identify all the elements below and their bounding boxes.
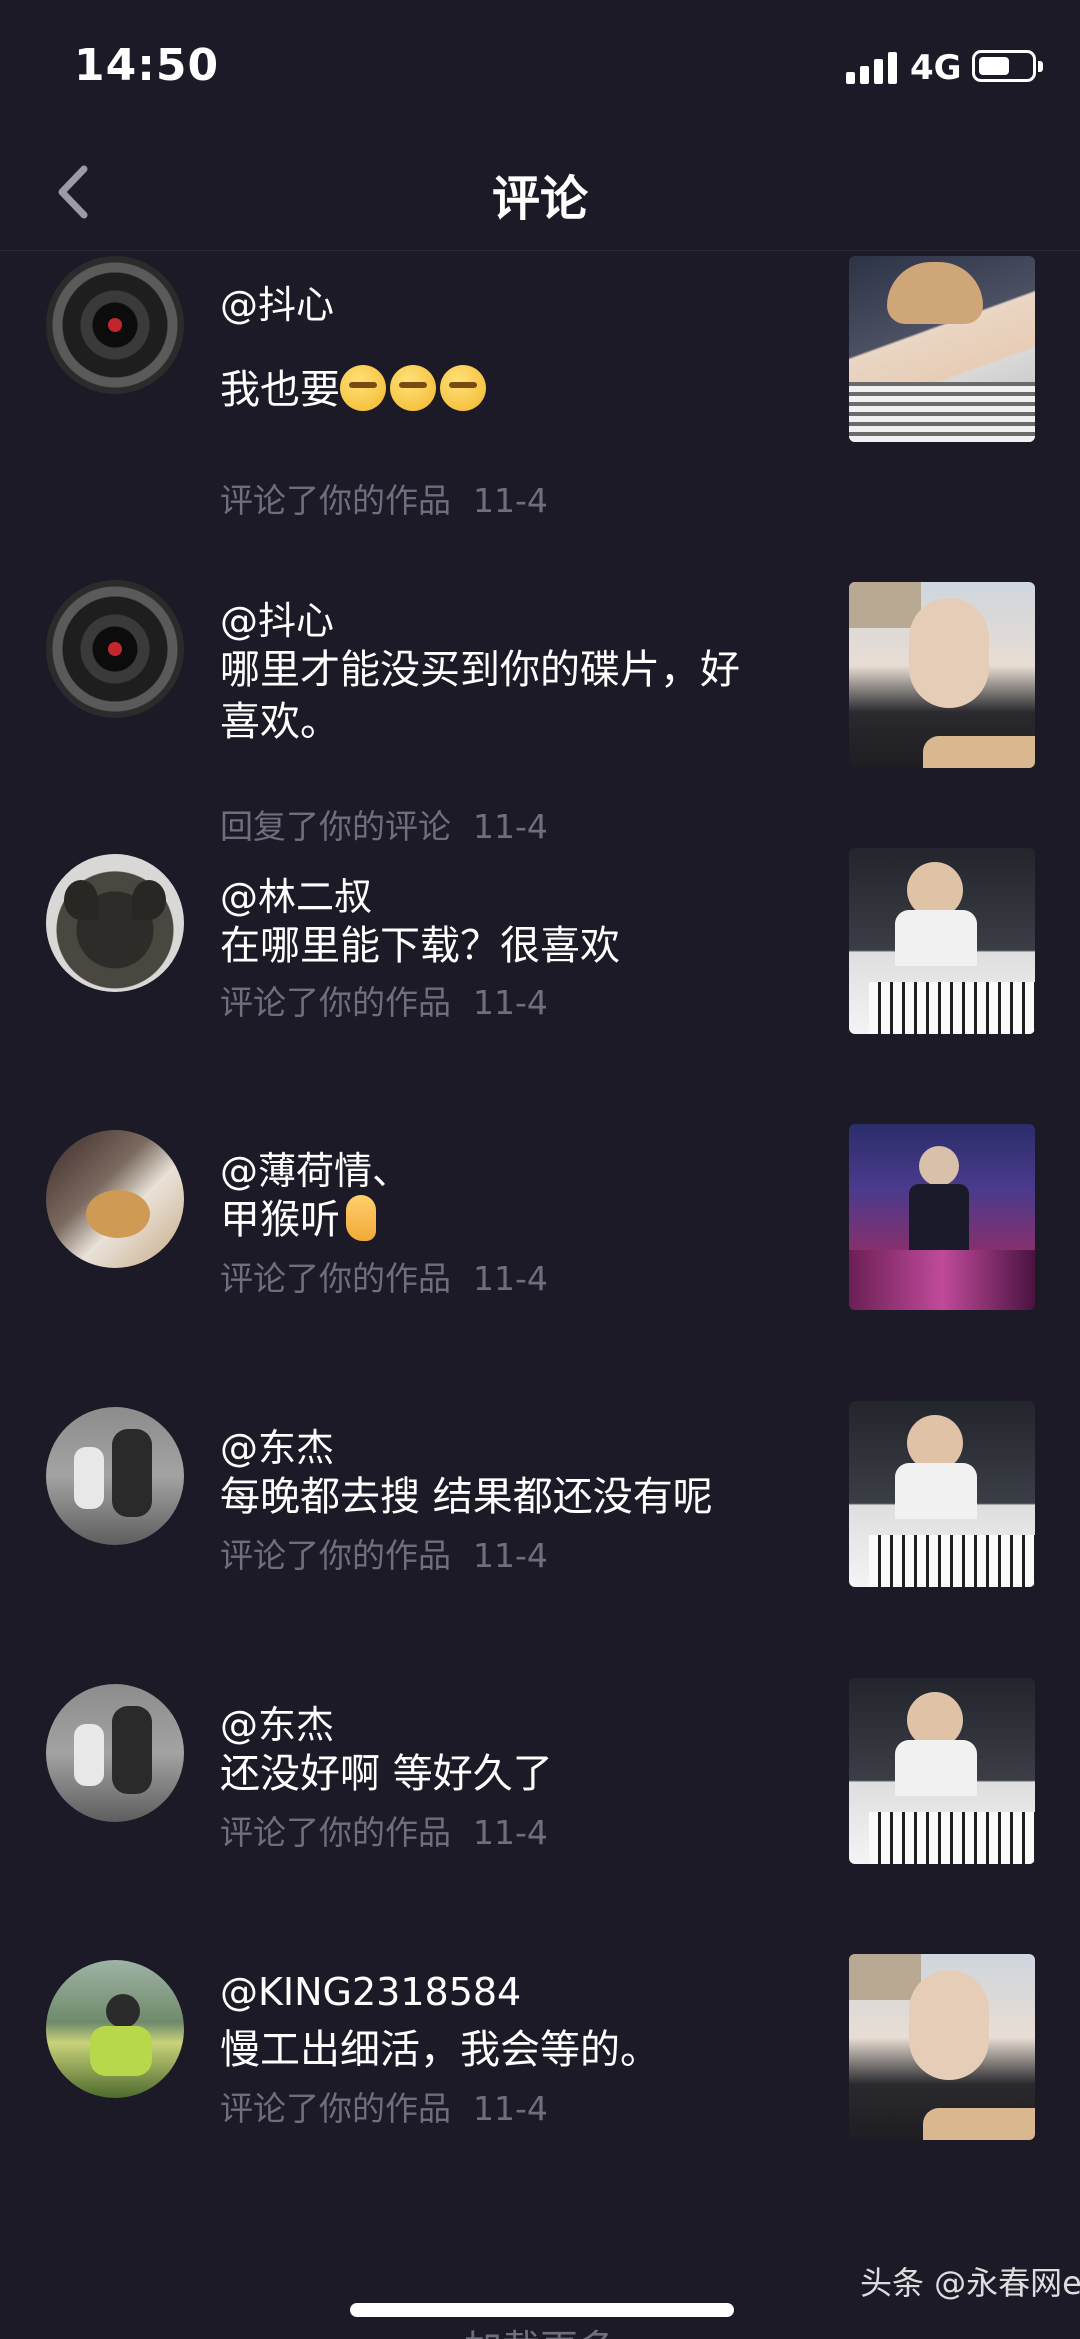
comment-action: 评论了你的作品 bbox=[220, 481, 451, 520]
comment-date: 11-4 bbox=[473, 807, 548, 846]
video-thumbnail[interactable] bbox=[849, 1678, 1035, 1864]
comment-body: 甲猴听 bbox=[220, 1197, 340, 1243]
signal-icon bbox=[846, 50, 898, 84]
video-thumbnail[interactable] bbox=[849, 582, 1035, 768]
grimace-emoji-icon bbox=[390, 365, 436, 411]
comment-action: 评论了你的作品 bbox=[220, 1813, 451, 1852]
battery-icon bbox=[972, 50, 1043, 82]
comment-meta: 评论了你的作品 11-4 bbox=[220, 1529, 548, 1577]
comment-item[interactable]: @东杰 每晚都去搜 结果都还没有呢 评论了你的作品 11-4 bbox=[0, 1401, 1080, 1681]
network-label: 4G bbox=[910, 48, 962, 88]
nav-bar: 评论 bbox=[0, 135, 1080, 251]
comment-text: 慢工出细活，我会等的。 bbox=[220, 2027, 660, 2073]
watermark: 头条 @永春网e bbox=[860, 2264, 1080, 2302]
avatar[interactable] bbox=[46, 256, 184, 394]
comment-item[interactable]: @东杰 还没好啊 等好久了 评论了你的作品 11-4 bbox=[0, 1678, 1080, 1958]
comment-item[interactable]: @林二叔 在哪里能下载？很喜欢 评论了你的作品 11-4 bbox=[0, 848, 1080, 1128]
comment-date: 11-4 bbox=[473, 1813, 548, 1852]
comment-username[interactable]: @抖心 bbox=[220, 590, 334, 645]
comment-username[interactable]: @东杰 bbox=[220, 1694, 334, 1749]
comment-date: 11-4 bbox=[473, 983, 548, 1022]
load-more-button[interactable]: 加载更多 bbox=[0, 2318, 1080, 2339]
avatar[interactable] bbox=[46, 1130, 184, 1268]
grimace-emoji-icon bbox=[440, 365, 486, 411]
comment-body: 我也要 bbox=[220, 367, 340, 413]
comment-action: 评论了你的作品 bbox=[220, 983, 451, 1022]
comment-username[interactable]: @林二叔 bbox=[220, 866, 372, 921]
video-thumbnail[interactable] bbox=[849, 256, 1035, 442]
comment-action: 评论了你的作品 bbox=[220, 1259, 451, 1298]
avatar[interactable] bbox=[46, 1407, 184, 1545]
comment-item[interactable]: @薄荷情、 甲猴听 评论了你的作品 11-4 bbox=[0, 1124, 1080, 1404]
comment-text: 每晚都去搜 结果都还没有呢 bbox=[220, 1474, 713, 1520]
comment-meta: 评论了你的作品 11-4 bbox=[220, 474, 548, 522]
comment-action: 回复了你的评论 bbox=[220, 807, 451, 846]
status-time: 14:50 bbox=[74, 40, 220, 91]
home-indicator bbox=[350, 2303, 734, 2317]
comment-username[interactable]: @东杰 bbox=[220, 1417, 334, 1472]
video-thumbnail[interactable] bbox=[849, 1401, 1035, 1587]
comment-item[interactable]: @KING2318584 慢工出细活，我会等的。 评论了你的作品 11-4 bbox=[0, 1954, 1080, 2234]
comment-date: 11-4 bbox=[473, 1536, 548, 1575]
ear-emoji-icon bbox=[346, 1195, 376, 1241]
video-thumbnail[interactable] bbox=[849, 1954, 1035, 2140]
comment-date: 11-4 bbox=[473, 481, 548, 520]
comment-username[interactable]: @抖心 bbox=[220, 274, 334, 329]
page-title: 评论 bbox=[491, 171, 588, 227]
comment-text: 我也要 bbox=[220, 364, 780, 416]
notifications-screen: 14:50 4G 评论 @抖心 我也要 评论了你的作品 11-4 @抖心 哪里才… bbox=[0, 0, 1080, 2339]
comment-item[interactable]: @抖心 我也要 评论了你的作品 11-4 bbox=[0, 252, 1080, 528]
status-bar: 14:50 4G bbox=[0, 0, 1080, 135]
avatar[interactable] bbox=[46, 1684, 184, 1822]
comment-date: 11-4 bbox=[473, 2089, 548, 2128]
avatar[interactable] bbox=[46, 580, 184, 718]
video-thumbnail[interactable] bbox=[849, 1124, 1035, 1310]
comment-meta: 回复了你的评论 11-4 bbox=[220, 800, 548, 848]
comment-item[interactable]: @抖心 哪里才能没买到你的碟片，好喜欢。 回复了你的评论 11-4 bbox=[0, 578, 1080, 854]
comment-action: 评论了你的作品 bbox=[220, 1536, 451, 1575]
comment-action: 评论了你的作品 bbox=[220, 2089, 451, 2128]
comment-text: 哪里才能没买到你的碟片，好喜欢。 bbox=[220, 647, 740, 745]
comment-text: 在哪里能下载？很喜欢 bbox=[220, 923, 620, 969]
comment-username[interactable]: @薄荷情、 bbox=[220, 1140, 410, 1195]
comment-meta: 评论了你的作品 11-4 bbox=[220, 1252, 548, 1300]
comment-meta: 评论了你的作品 11-4 bbox=[220, 1806, 548, 1854]
comment-text: 甲猴听 bbox=[220, 1194, 780, 1246]
comment-date: 11-4 bbox=[473, 1259, 548, 1298]
comment-meta: 评论了你的作品 11-4 bbox=[220, 976, 548, 1024]
comment-meta: 评论了你的作品 11-4 bbox=[220, 2082, 548, 2130]
video-thumbnail[interactable] bbox=[849, 848, 1035, 1034]
comment-username[interactable]: @KING2318584 bbox=[220, 1970, 521, 2014]
comment-text: 还没好啊 等好久了 bbox=[220, 1751, 553, 1797]
avatar[interactable] bbox=[46, 854, 184, 992]
avatar[interactable] bbox=[46, 1960, 184, 2098]
grimace-emoji-icon bbox=[340, 365, 386, 411]
